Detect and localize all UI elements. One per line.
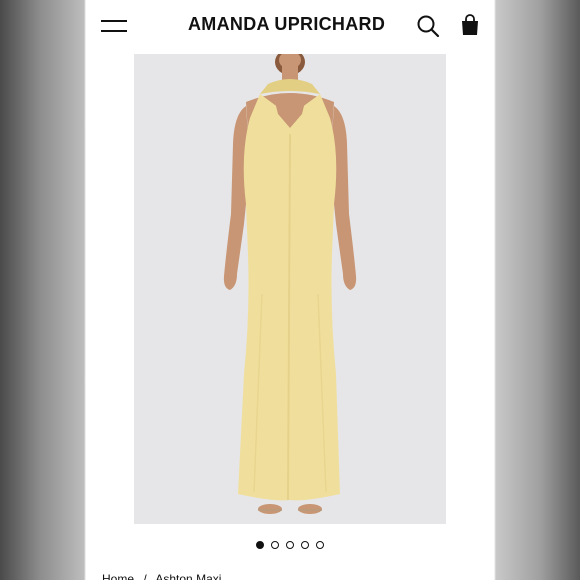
breadcrumb-home-link[interactable]: Home bbox=[102, 572, 134, 580]
carousel-dot-4[interactable] bbox=[301, 541, 309, 549]
hamburger-menu-icon[interactable] bbox=[101, 17, 127, 35]
shopping-bag-icon[interactable] bbox=[460, 14, 480, 36]
search-icon[interactable] bbox=[416, 14, 440, 38]
app-screen: AMANDA UPRICHARD Home / Ashton Maxi bbox=[86, 0, 494, 580]
carousel-dot-1[interactable] bbox=[256, 541, 264, 549]
breadcrumb-current: Ashton Maxi bbox=[155, 572, 222, 580]
brand-logo[interactable]: AMANDA UPRICHARD bbox=[188, 14, 385, 35]
product-image[interactable] bbox=[134, 49, 446, 524]
site-header: AMANDA UPRICHARD bbox=[86, 0, 494, 52]
carousel-dot-3[interactable] bbox=[286, 541, 294, 549]
carousel-dot-2[interactable] bbox=[271, 541, 279, 549]
image-carousel-dots bbox=[86, 538, 494, 552]
carousel-dot-5[interactable] bbox=[316, 541, 324, 549]
model-photo bbox=[223, 49, 357, 514]
breadcrumb-separator: / bbox=[143, 572, 147, 580]
breadcrumb: Home / Ashton Maxi bbox=[102, 572, 227, 580]
